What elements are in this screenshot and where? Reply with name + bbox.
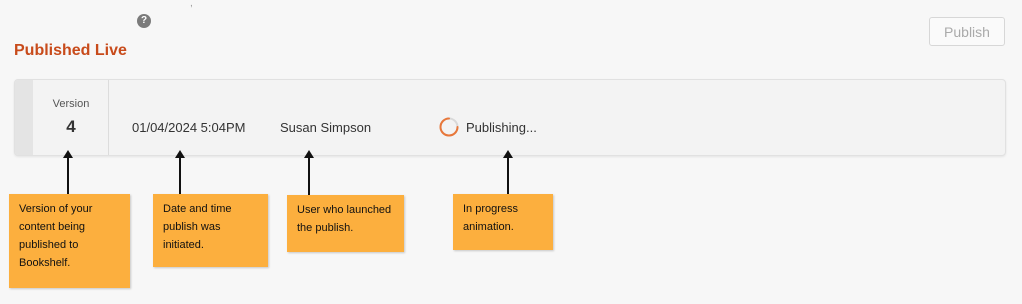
- publish-status: Publishing...: [466, 120, 537, 135]
- cropped-top-element: ,: [190, 0, 193, 9]
- help-icon[interactable]: ?: [137, 14, 151, 28]
- publish-datetime: 01/04/2024 5:04PM: [132, 120, 246, 135]
- spinner-icon: [439, 117, 459, 137]
- note-user: User who launched the publish.: [287, 195, 404, 252]
- section-title: Published Live: [14, 42, 127, 59]
- publish-user: Susan Simpson: [280, 120, 372, 135]
- card-stripe: [15, 80, 33, 155]
- note-version: Version of your content being published …: [9, 194, 130, 288]
- note-status: In progress animation.: [453, 194, 553, 250]
- published-version-card: Version 4 01/04/2024 5:04PM Susan Simpso…: [14, 79, 1006, 156]
- version-label: Version: [52, 98, 90, 110]
- publish-button[interactable]: Publish: [929, 17, 1005, 46]
- version-box: Version 4: [33, 80, 109, 155]
- version-number: 4: [66, 117, 76, 136]
- note-datetime: Date and time publish was initiated.: [153, 194, 268, 267]
